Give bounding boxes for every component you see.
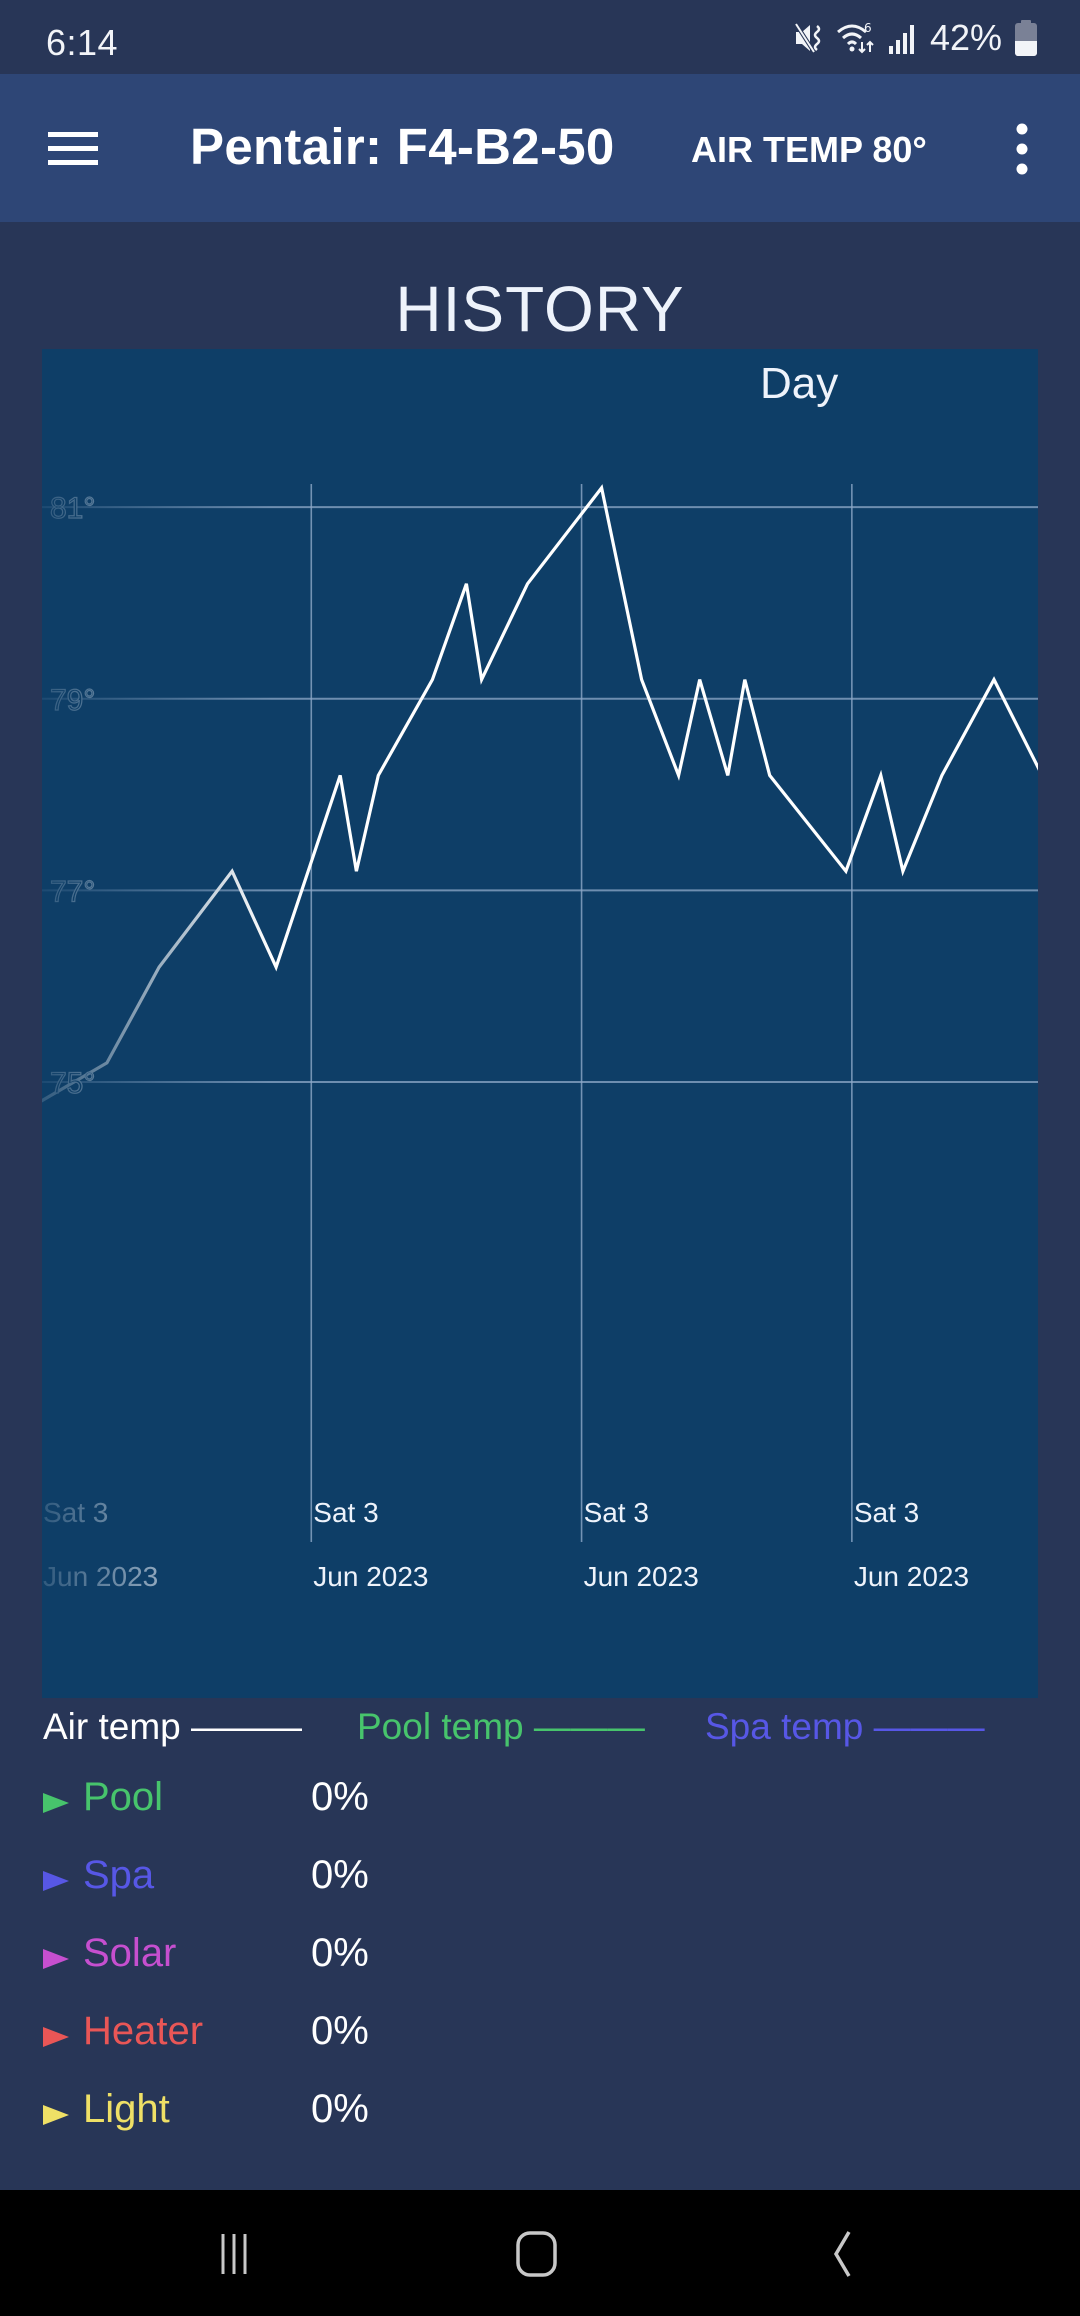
x-tick-label-month: Jun 2023 bbox=[854, 1561, 969, 1592]
equipment-value: 0% bbox=[311, 2087, 369, 2131]
x-tick-label-month: Jun 2023 bbox=[584, 1561, 699, 1592]
equipment-value: 0% bbox=[311, 1775, 369, 1819]
equipment-label: Solar bbox=[83, 1931, 177, 1975]
pool-arrow-icon bbox=[43, 1793, 69, 1813]
home-icon bbox=[516, 2231, 557, 2277]
equipment-value: 0% bbox=[311, 1931, 369, 1975]
equipment-row-spa: Spa 0% bbox=[43, 1853, 643, 1913]
history-title: HISTORY bbox=[395, 273, 685, 345]
equipment-label: Heater bbox=[83, 2009, 204, 2053]
status-time: 6:14 bbox=[46, 22, 119, 63]
x-tick-label-day: Sat 3 bbox=[313, 1497, 378, 1528]
status-icons: 6 42% bbox=[794, 17, 1038, 58]
home-button[interactable] bbox=[491, 2220, 581, 2286]
hamburger-menu-icon bbox=[48, 132, 98, 165]
equipment-value: 0% bbox=[311, 2009, 369, 2053]
spa-arrow-icon bbox=[43, 1871, 69, 1891]
heater-arrow-icon bbox=[43, 2027, 69, 2047]
legend-label: Air temp bbox=[43, 1706, 181, 1747]
app-title: Pentair: F4-B2-50 bbox=[190, 118, 615, 175]
more-options-button[interactable] bbox=[1000, 114, 1044, 184]
equipment-row-pool: Pool 0% bbox=[43, 1775, 643, 1835]
chart-svg: 75°77°79°81° Sat 3Jun 2023Sat 3Jun 2023S… bbox=[42, 349, 1038, 1698]
left-edge-fade bbox=[42, 349, 272, 1698]
legend-spa-temp: Spa temp ——— bbox=[705, 1706, 985, 1748]
legend-label: Spa temp bbox=[705, 1706, 864, 1747]
chart-legend: Air temp ——— Pool temp ——— Spa temp ——— bbox=[43, 1706, 1043, 1754]
back-button[interactable] bbox=[794, 2220, 884, 2286]
svg-text:6: 6 bbox=[864, 21, 872, 35]
legend-swatch: ——— bbox=[873, 1706, 985, 1747]
equipment-row-heater: Heater 0% bbox=[43, 2009, 643, 2069]
system-nav-bar bbox=[0, 2190, 1080, 2316]
equipment-value: 0% bbox=[311, 1853, 369, 1897]
recents-icon bbox=[221, 2234, 247, 2274]
more-vertical-icon bbox=[1016, 123, 1028, 175]
equipment-label: Pool bbox=[83, 1775, 164, 1819]
legend-air-temp: Air temp ——— bbox=[43, 1706, 302, 1748]
back-icon bbox=[833, 2231, 851, 2277]
equipment-row-solar: Solar 0% bbox=[43, 1931, 643, 1991]
period-selector[interactable]: Day bbox=[760, 359, 838, 409]
wifi-6-icon: 6 bbox=[836, 21, 874, 54]
legend-swatch: ——— bbox=[533, 1706, 645, 1747]
app-bar: Pentair: F4-B2-50 AIR TEMP 80° bbox=[0, 74, 1080, 222]
legend-label: Pool temp bbox=[357, 1706, 524, 1747]
solar-arrow-icon bbox=[43, 1949, 69, 1969]
legend-pool-temp: Pool temp ——— bbox=[357, 1706, 645, 1748]
air-temp-button[interactable]: AIR TEMP 80° bbox=[691, 129, 927, 171]
x-tick-label-day: Sat 3 bbox=[854, 1497, 919, 1528]
legend-swatch: ——— bbox=[191, 1706, 303, 1747]
light-arrow-icon bbox=[43, 2105, 69, 2125]
equipment-label: Spa bbox=[83, 1853, 155, 1897]
equipment-label: Light bbox=[83, 2087, 170, 2131]
battery-percent: 42% bbox=[929, 17, 1002, 58]
x-tick-label-month: Jun 2023 bbox=[313, 1561, 428, 1592]
history-chart[interactable]: 75°77°79°81° Sat 3Jun 2023Sat 3Jun 2023S… bbox=[42, 349, 1038, 1698]
status-bar: 6:14 6 42% bbox=[0, 0, 1080, 74]
menu-button[interactable] bbox=[40, 114, 106, 180]
mute-vibrate-icon bbox=[794, 22, 821, 54]
recents-button[interactable] bbox=[189, 2220, 279, 2286]
x-tick-label-day: Sat 3 bbox=[584, 1497, 649, 1528]
battery-icon bbox=[1015, 20, 1037, 56]
signal-icon bbox=[888, 25, 914, 54]
equipment-row-light: Light 0% bbox=[43, 2087, 643, 2147]
